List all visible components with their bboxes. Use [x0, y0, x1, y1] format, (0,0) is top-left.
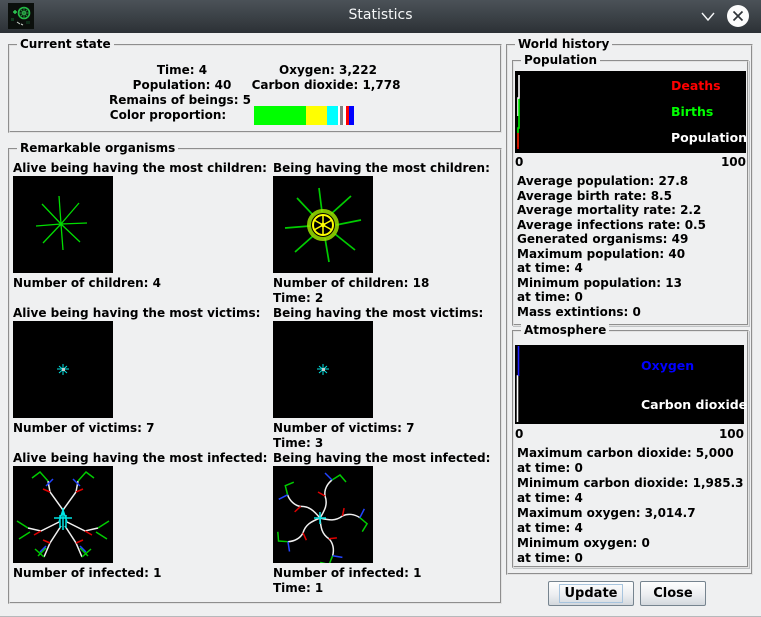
- tiny-cyan-organism-icon: [273, 321, 373, 418]
- stat-average-population: Average population: 27.8: [517, 174, 706, 189]
- organism-image-most-children-alive: [13, 176, 113, 273]
- cell-caption-2: Time: 3: [273, 436, 527, 451]
- color-proportion-label: Color proportion:: [110, 108, 226, 122]
- green-star-organism-icon: [13, 176, 113, 273]
- tiny-cyan-organism-icon: [13, 321, 113, 418]
- organism-image-most-victims: [273, 321, 373, 418]
- cell-caption: Number of infected: 1: [13, 566, 267, 581]
- carbon-dioxide-value: Carbon dioxide: 1,778: [252, 78, 401, 92]
- stat-max-o2-time: at time: 4: [517, 521, 744, 536]
- cell-header: Alive being having the most victims:: [13, 306, 267, 321]
- oxygen-value: Oxygen: 3,222: [279, 63, 377, 77]
- color-segment-cyan: [327, 106, 338, 125]
- cell-most-victims: Being having the most victims: Number of…: [273, 306, 527, 451]
- x-min-label: 0: [515, 155, 523, 169]
- cell-caption-2: Time: 1: [273, 581, 527, 596]
- legend-births: Births: [671, 105, 713, 118]
- time-value: Time: 4: [157, 63, 207, 77]
- stat-max-co2-time: at time: 0: [517, 461, 744, 476]
- stat-max-oxygen: Maximum oxygen: 3,014.7: [517, 506, 744, 521]
- stat-average-infections: Average infections rate: 0.5: [517, 218, 706, 233]
- legend-deaths: Deaths: [671, 79, 721, 92]
- current-state-group: Current state Time: 4 Oxygen: 3,222 Popu…: [8, 44, 502, 133]
- cell-caption-2: Time: 2: [273, 291, 527, 306]
- atmosphere-chart: Oxygen Carbon dioxide: [515, 345, 744, 424]
- cell-most-infected-alive: Alive being having the most infected:: [13, 451, 267, 581]
- legend-carbon-dioxide: Carbon dioxide: [641, 398, 747, 411]
- cell-header: Being having the most children:: [273, 161, 527, 176]
- x-max-label: 100: [719, 427, 744, 441]
- atmosphere-chart-lines: [515, 345, 744, 424]
- cell-caption: Number of children: 4: [13, 276, 267, 291]
- stat-average-birth-rate: Average birth rate: 8.5: [517, 189, 706, 204]
- cell-most-victims-alive: Alive being having the most victims: Num…: [13, 306, 267, 436]
- population-x-axis: 0 100: [515, 155, 746, 169]
- color-segment-blue: [349, 106, 354, 125]
- cell-caption: Number of victims: 7: [13, 421, 267, 436]
- population-stats: Average population: 27.8 Average birth r…: [517, 174, 706, 319]
- cell-most-children-alive: Alive being having the most children: Nu…: [13, 161, 267, 291]
- cell-most-children: Being having the most children:: [273, 161, 527, 306]
- titlebar[interactable]: Statistics: [0, 0, 761, 33]
- stat-max-pop-time: at time: 4: [517, 261, 706, 276]
- yellow-wheel-organism-icon: [273, 176, 373, 273]
- stat-min-pop-time: at time: 0: [517, 290, 706, 305]
- atmosphere-stats: Maximum carbon dioxide: 5,000 at time: 0…: [517, 446, 744, 566]
- color-segment-green: [254, 106, 306, 125]
- organism-image-most-infected-alive: [13, 466, 113, 563]
- update-button-label: Update: [559, 584, 624, 603]
- stat-minimum-population: Minimum population: 13: [517, 276, 706, 291]
- stat-min-co2-time: at time: 4: [517, 491, 744, 506]
- cell-caption: Number of children: 18: [273, 276, 527, 291]
- cell-header: Alive being having the most infected:: [13, 451, 267, 466]
- stat-min-o2-time: at time: 0: [517, 551, 744, 566]
- x-min-label: 0: [515, 427, 523, 441]
- population-chart: Deaths Births Population: [515, 71, 746, 153]
- close-button[interactable]: Close: [640, 581, 706, 606]
- atmosphere-panel-title: Atmosphere: [521, 323, 609, 338]
- cell-header: Being having the most infected:: [273, 451, 527, 466]
- remains-value: Remains of beings: 5: [109, 93, 251, 107]
- atmosphere-panel: Atmosphere Oxygen Carbon dioxide 0 100 M…: [512, 330, 749, 568]
- population-value: Population: 40: [133, 78, 232, 92]
- cell-caption: Number of infected: 1: [273, 566, 527, 581]
- stat-average-mortality: Average mortality rate: 2.2: [517, 203, 706, 218]
- update-button[interactable]: Update: [548, 581, 634, 606]
- organism-image-most-children: [273, 176, 373, 273]
- stat-min-co2: Minimum carbon dioxide: 1,985.3: [517, 476, 744, 491]
- remarkable-organisms-group: Remarkable organisms Alive being having …: [8, 148, 502, 604]
- color-segment-yellow: [306, 106, 327, 125]
- close-icon: [732, 10, 744, 22]
- cell-caption: Number of victims: 7: [273, 421, 527, 436]
- legend-oxygen: Oxygen: [641, 359, 694, 372]
- organism-image-most-infected: [273, 466, 373, 563]
- legend-population: Population: [671, 131, 747, 144]
- stat-min-oxygen: Minimum oxygen: 0: [517, 536, 744, 551]
- population-panel: Population Deaths Births Population 0 10…: [512, 60, 749, 326]
- statistics-window: Statistics Current state Time: 4 Oxygen:…: [0, 0, 761, 617]
- stat-max-co2: Maximum carbon dioxide: 5,000: [517, 446, 744, 461]
- atmosphere-x-axis: 0 100: [515, 427, 744, 441]
- cell-header: Alive being having the most children:: [13, 161, 267, 176]
- shade-chevron-icon[interactable]: [699, 10, 717, 24]
- x-max-label: 100: [721, 155, 746, 169]
- pinwheel-organism-icon: [273, 466, 373, 563]
- population-panel-title: Population: [521, 53, 600, 68]
- branched-organism-icon: [13, 466, 113, 563]
- world-history-title: World history: [515, 37, 612, 52]
- world-history-group: World history Population Deaths Births P…: [506, 44, 753, 575]
- current-state-title: Current state: [17, 37, 114, 52]
- color-proportion-bar: [254, 106, 354, 125]
- stat-mass-extinctions: Mass extintions: 0: [517, 305, 706, 320]
- window-title: Statistics: [0, 7, 761, 23]
- organism-image-most-victims-alive: [13, 321, 113, 418]
- remarkable-organisms-title: Remarkable organisms: [17, 141, 178, 156]
- stat-generated-organisms: Generated organisms: 49: [517, 232, 706, 247]
- close-button-label: Close: [653, 586, 692, 601]
- cell-header: Being having the most victims:: [273, 306, 527, 321]
- stat-maximum-population: Maximum population: 40: [517, 247, 706, 262]
- close-window-button[interactable]: [727, 5, 749, 27]
- cell-most-infected: Being having the most infected:: [273, 451, 527, 596]
